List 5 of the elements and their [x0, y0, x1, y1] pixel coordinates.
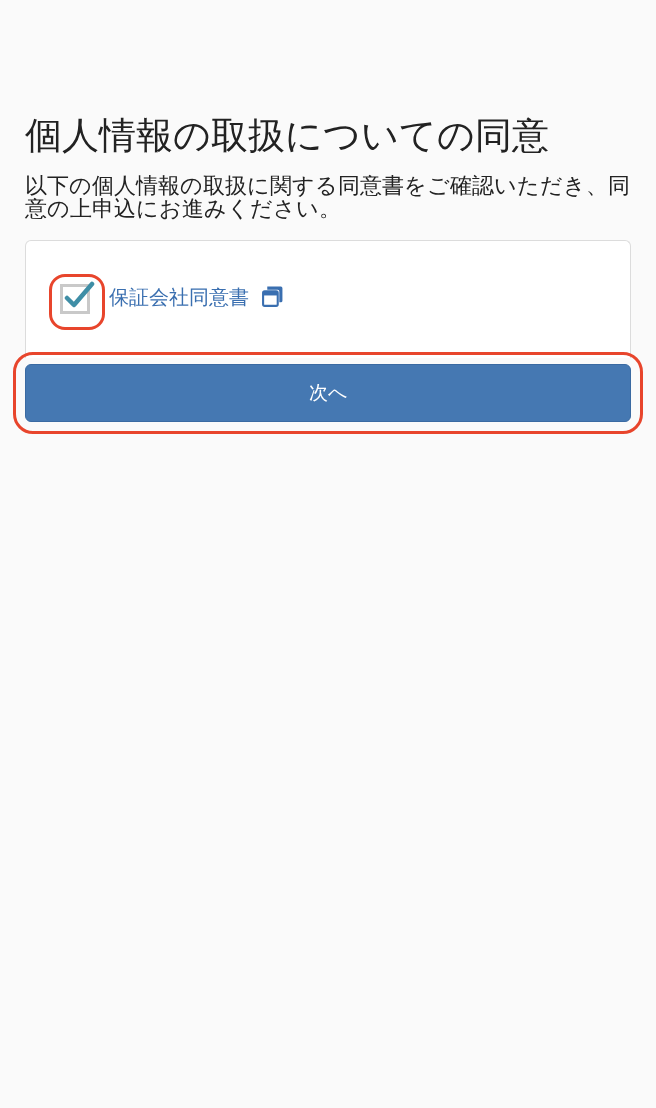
consent-document-link[interactable]: 保証会社同意書: [109, 282, 249, 311]
page-title: 個人情報の取扱についての同意: [25, 114, 550, 158]
description-text: 以下の個人情報の取扱に関する同意書をご確認いただき、同意の上申込にお進みください。: [25, 174, 631, 220]
new-window-icon: [261, 285, 284, 308]
next-button[interactable]: 次へ: [25, 364, 631, 422]
